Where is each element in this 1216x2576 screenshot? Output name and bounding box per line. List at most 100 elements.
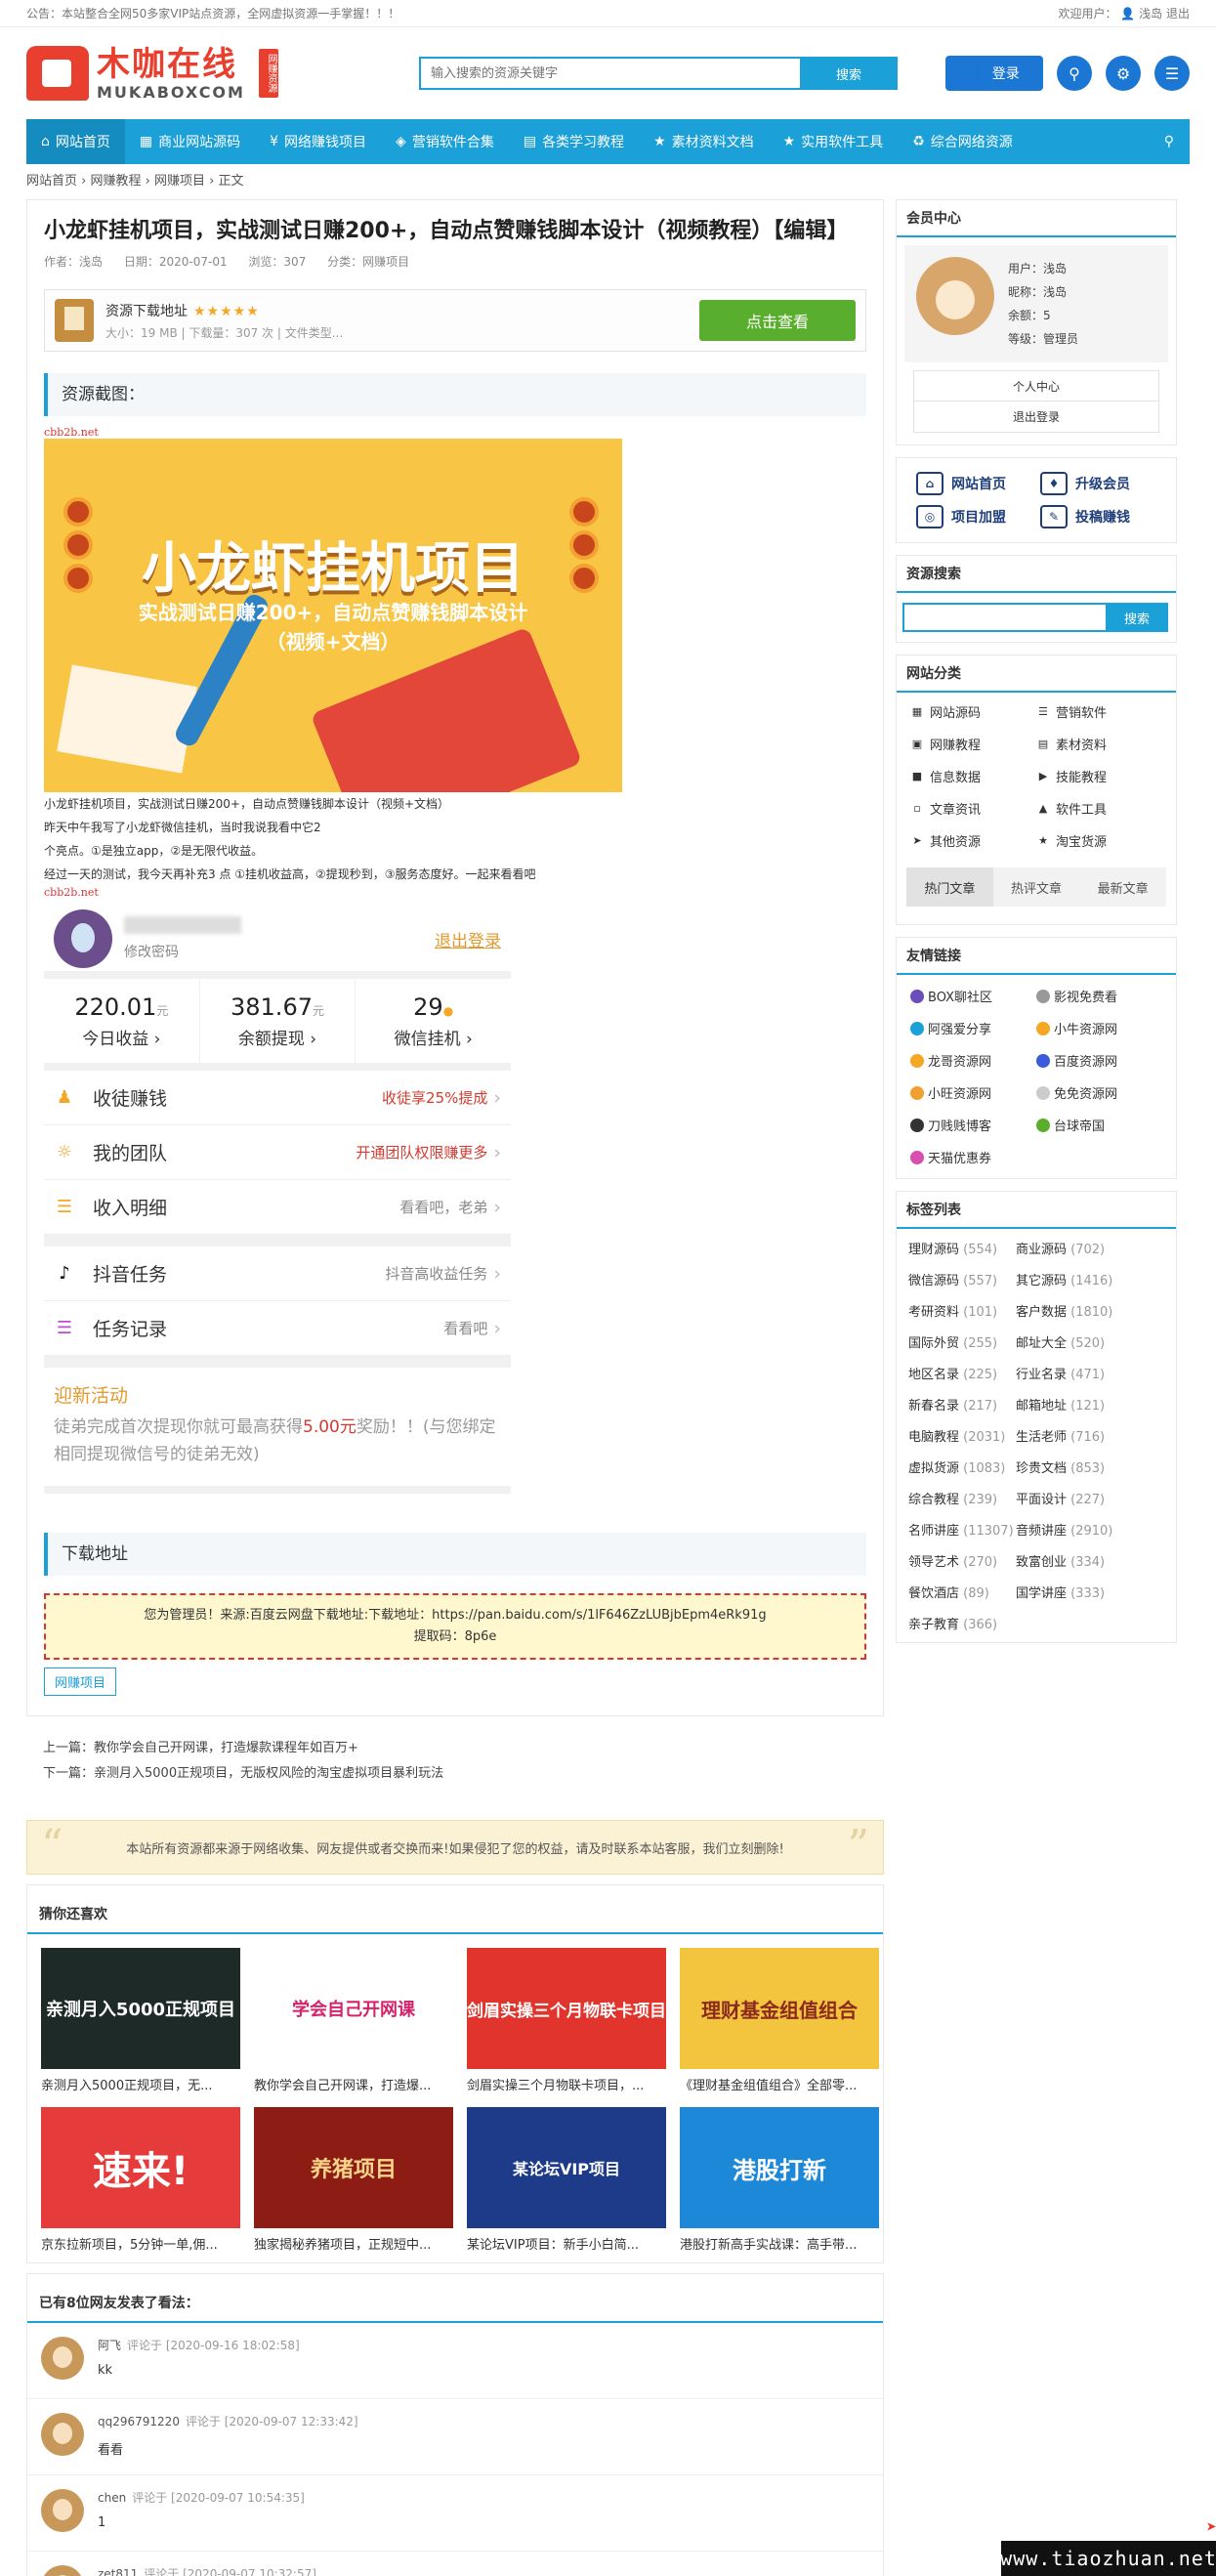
related-item[interactable]: 亲测月入5000正规项目 亲测月入5000正规项目，无... — [41, 1948, 240, 2093]
friend-link[interactable]: 阿强爱分享 — [910, 1019, 1036, 1037]
search-icon[interactable]: ⚲ — [1057, 56, 1092, 91]
download-link[interactable]: 您为管理员！来源:百度云网盘下载地址:下载地址：https://pan.baid… — [56, 1605, 855, 1626]
tag-link[interactable]: 微信源码 (557) — [908, 1270, 1016, 1288]
settings-icon[interactable]: ⚙ — [1106, 56, 1141, 91]
category-link[interactable]: ▶ 技能教程 — [1036, 767, 1162, 785]
friend-link[interactable]: 刀贱贱博客 — [910, 1116, 1036, 1134]
related-item[interactable]: 速来! 京东拉新项目，5分钟一单,佣... — [41, 2107, 240, 2253]
category-link[interactable]: ▤ 素材资料 — [1036, 735, 1162, 753]
related-thumbnail[interactable]: 剑眉实操三个月物联卡项目 — [467, 1948, 666, 2069]
tag-link[interactable]: 音频讲座 (2910) — [1016, 1520, 1164, 1539]
search-button[interactable]: 搜索 — [800, 57, 898, 90]
related-item[interactable]: 港股打新 港股打新高手实战课：高手带... — [680, 2107, 879, 2253]
nav-search-icon[interactable]: ⚲ — [1149, 134, 1190, 149]
nav-item-0[interactable]: ⌂ 网站首页 — [26, 119, 125, 164]
related-thumbnail[interactable]: 亲测月入5000正规项目 — [41, 1948, 240, 2069]
related-thumbnail[interactable]: 速来! — [41, 2107, 240, 2228]
article-tab[interactable]: 最新文章 — [1079, 867, 1166, 907]
breadcrumb-item[interactable]: 网站首页 — [26, 174, 77, 189]
tag-link[interactable]: 其它源码 (1416) — [1016, 1270, 1164, 1288]
nav-item-1[interactable]: ▦ 商业网站源码 — [125, 119, 255, 164]
tag-link[interactable]: 地区名录 (225) — [908, 1364, 1016, 1382]
nav-item-7[interactable]: ♻ 综合网络资源 — [898, 119, 1027, 164]
article-tab[interactable]: 热评文章 — [993, 867, 1080, 907]
tag-link[interactable]: 电脑教程 (2031) — [908, 1426, 1016, 1445]
related-item[interactable]: 养猪项目 独家揭秘养猪项目，正规短中... — [254, 2107, 453, 2253]
nav-item-4[interactable]: ▤ 各类学习教程 — [509, 119, 639, 164]
top-logout-link[interactable]: 退出 — [1166, 7, 1190, 21]
friend-link[interactable]: 影视免费看 — [1036, 987, 1162, 1005]
related-thumbnail[interactable]: 理财基金组值组合 — [680, 1948, 879, 2069]
tag-link[interactable]: 考研资料 (101) — [908, 1301, 1016, 1320]
tag-link[interactable]: 致富创业 (334) — [1016, 1551, 1164, 1570]
tag-link[interactable]: 珍贵文档 (853) — [1016, 1457, 1164, 1476]
tag-link[interactable]: 餐饮酒店 (89) — [908, 1583, 1016, 1601]
logout-button[interactable]: 退出登录 — [913, 401, 1159, 433]
tag-link[interactable]: 生活老师 (716) — [1016, 1426, 1164, 1445]
tag-link[interactable]: 领导艺术 (270) — [908, 1551, 1016, 1570]
tag-link[interactable]: 商业源码 (702) — [1016, 1239, 1164, 1257]
category-link[interactable]: ▦ 网站源码 — [910, 702, 1036, 721]
friend-link[interactable]: BOX聊社区 — [910, 987, 1036, 1005]
breadcrumb-item[interactable]: 网赚项目 — [154, 174, 205, 189]
category-link[interactable]: ▣ 网赚教程 — [910, 735, 1036, 753]
site-logo[interactable]: 木咖在线 MUKABOXCOM 网赚资源 — [26, 46, 358, 102]
friend-link[interactable]: 免免资源网 — [1036, 1083, 1162, 1102]
category-link[interactable]: ☰ 营销软件 — [1036, 702, 1162, 721]
tag-link[interactable]: 理财源码 (554) — [908, 1239, 1016, 1257]
article-tab[interactable]: 热门文章 — [906, 867, 993, 907]
article-tag[interactable]: 网赚项目 — [44, 1668, 117, 1696]
related-thumbnail[interactable]: 某论坛VIP项目 — [467, 2107, 666, 2228]
nav-item-6[interactable]: ★ 实用软件工具 — [769, 119, 899, 164]
prev-link[interactable]: 上一篇：教你学会自己开网课，打造爆款课程年如百万+ — [43, 1736, 867, 1761]
related-thumbnail[interactable]: 养猪项目 — [254, 2107, 453, 2228]
top-user-link[interactable]: 浅岛 — [1139, 7, 1162, 21]
prev-next: 上一篇：教你学会自己开网课，打造爆款课程年如百万+ 下一篇：亲测月入5000正规… — [26, 1716, 884, 1806]
friend-link[interactable]: 台球帝国 — [1036, 1116, 1162, 1134]
friend-link[interactable]: 龙哥资源网 — [910, 1051, 1036, 1070]
nav-item-5[interactable]: ★ 素材资料文档 — [639, 119, 769, 164]
category-link[interactable]: ■ 信息数据 — [910, 767, 1036, 785]
friend-link[interactable]: 小旺资源网 — [910, 1083, 1036, 1102]
friend-link[interactable]: 小牛资源网 — [1036, 1019, 1162, 1037]
nav-item-2[interactable]: ¥ 网络赚钱项目 — [255, 119, 381, 164]
nav-item-3[interactable]: ◈ 营销软件合集 — [381, 119, 509, 164]
quick-link[interactable]: ✎ 投稿赚钱 — [1040, 505, 1156, 528]
related-item[interactable]: 学会自己开网课 教你学会自己开网课，打造爆... — [254, 1948, 453, 2093]
related-item[interactable]: 某论坛VIP项目 某论坛VIP项目：新手小白简... — [467, 2107, 666, 2253]
menu-icon[interactable]: ☰ — [1154, 56, 1190, 91]
tag-link[interactable]: 邮址大全 (520) — [1016, 1332, 1164, 1351]
tag-link[interactable]: 平面设计 (227) — [1016, 1489, 1164, 1507]
tag-link[interactable]: 国际外贸 (255) — [908, 1332, 1016, 1351]
tag-link[interactable]: 名师讲座 (11307) — [908, 1520, 1016, 1539]
friend-link[interactable]: 百度资源网 — [1036, 1051, 1162, 1070]
tag-link[interactable]: 亲子教育 (366) — [908, 1614, 1016, 1632]
tag-link[interactable]: 邮箱地址 (121) — [1016, 1395, 1164, 1414]
related-thumbnail[interactable]: 港股打新 — [680, 2107, 879, 2228]
next-link[interactable]: 下一篇：亲测月入5000正规项目，无版权风险的淘宝虚拟项目暴利玩法 — [43, 1761, 867, 1787]
side-search-input[interactable] — [902, 603, 1106, 632]
quick-link[interactable]: ◎ 项目加盟 — [916, 505, 1032, 528]
tag-link[interactable]: 行业名录 (471) — [1016, 1364, 1164, 1382]
related-item[interactable]: 理财基金组值组合 《理财基金组值组合》全部零... — [680, 1948, 879, 2093]
quick-link[interactable]: ⌂ 网站首页 — [916, 472, 1032, 495]
quick-link[interactable]: ♦ 升级会员 — [1040, 472, 1156, 495]
tag-link[interactable]: 综合教程 (239) — [908, 1489, 1016, 1507]
tag-link[interactable]: 国学讲座 (333) — [1016, 1583, 1164, 1601]
personal-center-button[interactable]: 个人中心 — [913, 370, 1159, 401]
search-input[interactable] — [419, 57, 800, 90]
side-search-button[interactable]: 搜索 — [1106, 603, 1168, 632]
breadcrumb-item[interactable]: 网赚教程 — [90, 174, 141, 189]
related-item[interactable]: 剑眉实操三个月物联卡项目 剑眉实操三个月物联卡项目，... — [467, 1948, 666, 2093]
category-link[interactable]: ★ 淘宝货源 — [1036, 831, 1162, 850]
tag-link[interactable]: 客户数据 (1810) — [1016, 1301, 1164, 1320]
category-link[interactable]: ▲ 软件工具 — [1036, 799, 1162, 818]
login-button[interactable]: 👤 登录 — [945, 56, 1043, 91]
view-download-button[interactable]: 点击查看 — [699, 300, 856, 341]
friend-link[interactable]: 天猫优惠券 — [910, 1148, 1036, 1166]
tag-link[interactable]: 虚拟货源 (1083) — [908, 1457, 1016, 1476]
category-link[interactable]: ➤ 其他资源 — [910, 831, 1036, 850]
category-link[interactable]: ▫ 文章资讯 — [910, 799, 1036, 818]
tag-link[interactable]: 新春名录 (217) — [908, 1395, 1016, 1414]
related-thumbnail[interactable]: 学会自己开网课 — [254, 1948, 453, 2069]
